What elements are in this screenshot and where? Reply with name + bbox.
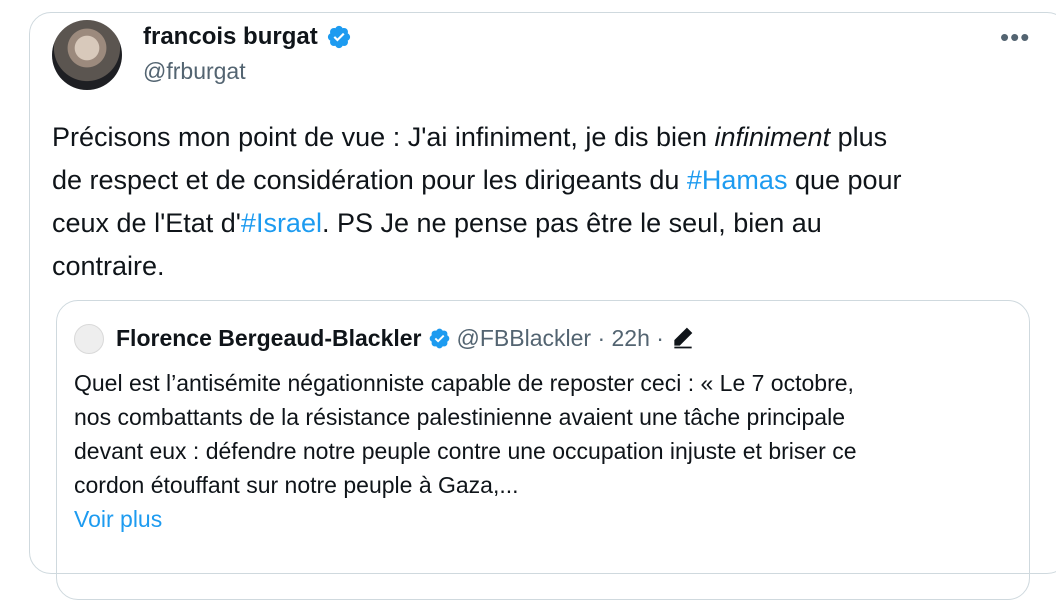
tweet-text-segment: de respect et de considération pour les … [52, 165, 687, 195]
quoted-author-meta[interactable]: @FBBlackler · 22h · [457, 322, 664, 354]
quoted-text-line: devant eux : défendre notre peuple contr… [74, 438, 857, 464]
tweet-text-emphasis: infiniment [714, 122, 831, 152]
hashtag-hamas-link[interactable]: #Hamas [687, 165, 788, 195]
author-avatar[interactable] [52, 20, 122, 90]
tweet-text-segment: Précisons mon point de vue : J'ai infini… [52, 122, 715, 152]
author-name-row[interactable]: francois burgat [143, 22, 352, 52]
tweet-text: Précisons mon point de vue : J'ai infini… [52, 116, 1012, 288]
quoted-tweet-header: Florence Bergeaud-Blackler @FBBlackler ·… [116, 322, 696, 354]
verified-badge-icon [429, 328, 449, 348]
tweet-text-segment: ceux de l'Etat d' [52, 208, 241, 238]
quoted-text-line: Quel est l’antisémite négationniste capa… [74, 370, 854, 396]
hashtag-israel-link[interactable]: #Israel [241, 208, 322, 238]
tweet-line-4: contraire. [52, 251, 165, 281]
more-options-icon[interactable]: ••• [1000, 22, 1030, 53]
show-more-link[interactable]: Voir plus [74, 502, 162, 536]
tweet-text-segment: plus [830, 122, 888, 152]
quoted-text-line: cordon étouffant sur notre peuple à Gaza… [74, 472, 519, 498]
edited-pencil-icon [674, 327, 693, 349]
tweet-line-2: de respect et de considération pour les … [52, 159, 1012, 202]
author-handle[interactable]: @frburgat [143, 57, 246, 85]
quoted-text-line: nos combattants de la résistance palesti… [74, 404, 845, 430]
verified-badge-icon [327, 25, 350, 49]
tweet-text-segment: . PS Je ne pense pas être le seul, bien … [321, 208, 822, 238]
tweet-line-1: Précisons mon point de vue : J'ai infini… [52, 116, 1012, 159]
tweet-line-3: ceux de l'Etat d'#Israel. PS Je ne pense… [52, 202, 1012, 245]
quoted-author-name[interactable]: Florence Bergeaud-Blackler [116, 322, 422, 354]
quoted-tweet-text: Quel est l’antisémite négationniste capa… [74, 366, 1014, 502]
tweet-text-segment: que pour [787, 165, 902, 195]
author-name[interactable]: francois burgat [143, 22, 318, 52]
quoted-author-avatar[interactable] [74, 324, 104, 354]
